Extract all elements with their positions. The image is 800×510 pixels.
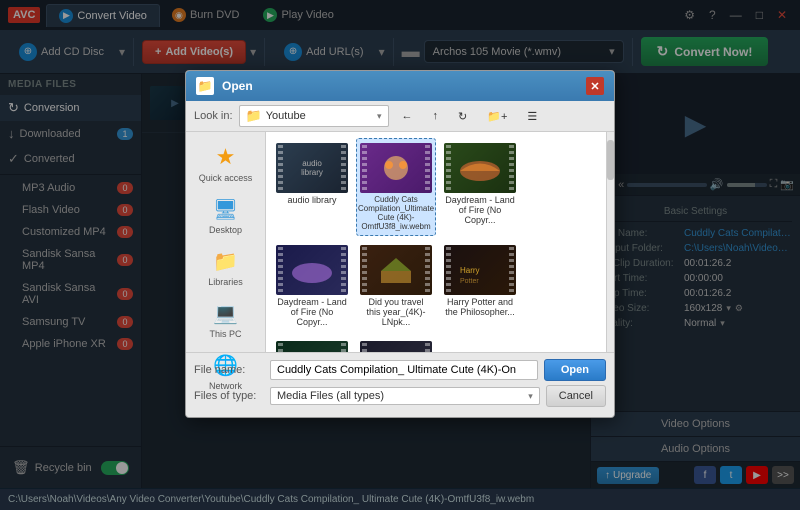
cancel-button[interactable]: Cancel <box>546 385 606 407</box>
dialog-file-daydream1[interactable]: Daydream - Land of Fire (No Copyr... <box>440 138 520 236</box>
svg-text:Potter: Potter <box>460 278 479 285</box>
svg-text:Harry: Harry <box>460 266 480 275</box>
daydream2-thumbnail <box>276 245 348 295</box>
daydream2-label: Daydream - Land of Fire (No Copyr... <box>277 297 347 327</box>
desktop-icon: 🖥 <box>213 197 238 222</box>
dialog-file-cuddly[interactable]: Cuddly Cats Compilation_Ultimate Cute (4… <box>356 138 436 236</box>
dialog-file-area: audiolibrary audio library Cuddly Cats C… <box>266 132 606 352</box>
harry-thumbnail: Harry Potter <box>444 245 516 295</box>
file-scrollbar[interactable] <box>606 132 614 352</box>
dialog-title-icon: 📁 <box>196 77 214 95</box>
dialog-sidebar-quickaccess[interactable]: ★ Quick access <box>190 138 261 189</box>
daydream1-label: Daydream - Land of Fire (No Copyr... <box>445 195 515 225</box>
oneway-thumbnail <box>360 341 432 352</box>
status-bar: C:\Users\Noah\Videos\Any Video Converter… <box>0 488 800 510</box>
scroll-thumb[interactable] <box>607 140 614 180</box>
dialog-back-button[interactable]: ← <box>395 107 420 125</box>
folder-icon: 📁 <box>246 108 262 124</box>
dialog-file-oneway[interactable]: One Way to Instantly Improv... <box>356 336 436 352</box>
libraries-icon: 📁 <box>213 249 238 274</box>
look-in-value: Youtube <box>266 110 306 122</box>
travel-thumbnail <box>360 245 432 295</box>
dialog-sidebar-thispc-label: This PC <box>209 329 241 339</box>
dialog-file-backup[interactable]: How to Back Up Android Phone... <box>272 336 352 352</box>
this-pc-icon: 💻 <box>213 301 238 326</box>
status-path: C:\Users\Noah\Videos\Any Video Converter… <box>8 494 534 505</box>
dialog-file-audio[interactable]: audiolibrary audio library <box>272 138 352 236</box>
travel-label: Did you travel this year_(4K)-LNpk... <box>361 297 431 327</box>
look-in-label: Look in: <box>194 110 233 122</box>
quick-access-icon: ★ <box>216 144 236 170</box>
file-name-label: File name: <box>194 364 264 376</box>
harry-label: Harry Potter and the Philosopher... <box>445 297 515 317</box>
files-type-arrow-icon: ▾ <box>528 391 533 402</box>
daydream1-thumbnail <box>444 143 516 193</box>
dialog-content: ★ Quick access 🖥 Desktop 📁 Libraries 💻 T… <box>186 132 614 352</box>
dialog-title-bar: 📁 Open ✕ <box>186 71 614 101</box>
dialog-sidebar-libraries-label: Libraries <box>208 277 243 287</box>
files-of-type-select[interactable]: Media Files (all types) ▾ <box>270 387 540 405</box>
dialog-sidebar-desktop-label: Desktop <box>209 225 242 235</box>
dialog-title-label: Open <box>222 79 253 93</box>
files-of-type-value: Media Files (all types) <box>277 390 384 402</box>
file-name-input[interactable] <box>270 360 538 380</box>
dialog-up-button[interactable]: ↑ <box>426 107 446 125</box>
look-in-select[interactable]: 📁 Youtube ▾ <box>239 105 389 127</box>
backup-thumbnail <box>276 341 348 352</box>
open-file-dialog: 📁 Open ✕ Look in: 📁 Youtube ▾ ← ↑ ↻ 📁+ ☰… <box>185 70 615 418</box>
cuddly-label: Cuddly Cats Compilation_Ultimate Cute (4… <box>358 195 434 231</box>
dialog-sidebar: ★ Quick access 🖥 Desktop 📁 Libraries 💻 T… <box>186 132 266 352</box>
open-button[interactable]: Open <box>544 359 606 381</box>
dialog-file-daydream2[interactable]: Daydream - Land of Fire (No Copyr... <box>272 240 352 332</box>
audio-label: audio library <box>287 195 336 205</box>
dialog-view-button[interactable]: ☰ <box>520 107 544 126</box>
dialog-sidebar-thispc[interactable]: 💻 This PC <box>190 295 261 345</box>
dialog-overlay: 📁 Open ✕ Look in: 📁 Youtube ▾ ← ↑ ↻ 📁+ ☰… <box>0 0 800 488</box>
dialog-sidebar-libraries[interactable]: 📁 Libraries <box>190 243 261 293</box>
dialog-new-folder-button[interactable]: 📁+ <box>480 107 514 126</box>
dialog-toolbar: Look in: 📁 Youtube ▾ ← ↑ ↻ 📁+ ☰ <box>186 101 614 132</box>
cuddly-thumbnail <box>360 143 432 193</box>
dialog-sidebar-desktop[interactable]: 🖥 Desktop <box>190 191 261 241</box>
dialog-file-harry[interactable]: Harry Potter Harry Potter and the Philoso… <box>440 240 520 332</box>
dialog-refresh-button[interactable]: ↻ <box>451 107 474 126</box>
audio-thumbnail: audiolibrary <box>276 143 348 193</box>
files-of-type-label: Files of type: <box>194 390 264 402</box>
dialog-sidebar-quickaccess-label: Quick access <box>199 173 253 183</box>
dialog-file-travel[interactable]: Did you travel this year_(4K)-LNpk... <box>356 240 436 332</box>
dialog-close-button[interactable]: ✕ <box>586 77 604 95</box>
look-in-arrow-icon: ▾ <box>377 111 382 122</box>
